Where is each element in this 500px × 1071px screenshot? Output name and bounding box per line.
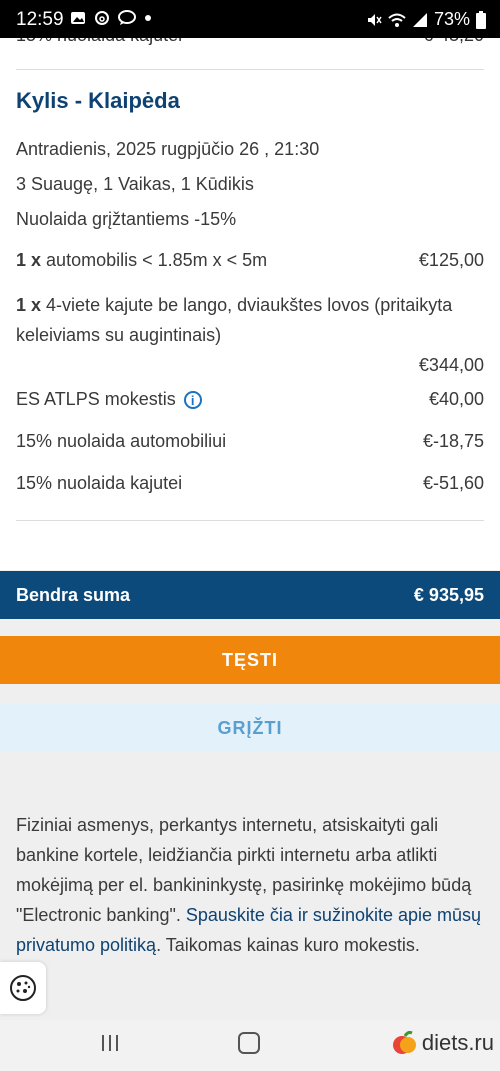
back-button[interactable]: GRĮŽTI xyxy=(0,704,500,752)
wifi-icon xyxy=(388,13,406,27)
image-icon xyxy=(71,12,85,24)
cut-off-row: 15% nuolaida kajutei €-43,20 xyxy=(16,38,484,46)
fee-label: ES ATLPS mokestis xyxy=(16,389,176,409)
item-qty: 1 x xyxy=(16,295,42,315)
mute-icon xyxy=(367,13,382,26)
discount-row-car: 15% nuolaida automobiliui €-18,75 xyxy=(16,431,484,452)
status-time: 12:59 xyxy=(16,9,64,30)
item-label: automobilis < 1.85m x < 5m xyxy=(46,250,268,270)
discount-row-cabin: 15% nuolaida kajutei €-51,60 xyxy=(16,473,484,494)
return-discount-note: Nuolaida grįžtantiems -15% xyxy=(16,209,237,229)
recent-apps-icon[interactable] xyxy=(100,1034,120,1052)
payment-info-text: Fiziniai asmenys, perkantys internetu, a… xyxy=(16,815,482,955)
continue-button[interactable]: TĘSTI xyxy=(0,636,500,684)
signal-icon xyxy=(412,12,427,27)
discount-price: €-51,60 xyxy=(422,473,484,493)
battery-icon xyxy=(476,10,486,29)
route-title: Kylis - Klaipėda xyxy=(16,88,180,113)
divider xyxy=(16,69,484,70)
cookie-settings-button[interactable] xyxy=(0,962,46,1014)
item-qty: 1 x xyxy=(16,250,42,270)
apple-logo-icon xyxy=(392,1030,416,1054)
passenger-summary: 3 Suaugę, 1 Vaikas, 1 Kūdikis xyxy=(16,174,254,194)
cabin-price-row: €344,00 xyxy=(16,355,484,376)
line-item-car: 1 x automobilis < 1.85m x < 5m €125,00 xyxy=(16,250,484,271)
item-price: €125,00 xyxy=(418,250,484,270)
watermark: diets.ru xyxy=(392,1030,494,1056)
item-label: 4-viete kajute be lango, dviaukštes lovo… xyxy=(16,295,453,345)
home-button-icon[interactable] xyxy=(238,1032,260,1054)
total-bar: Bendra suma € 935,95 xyxy=(0,571,500,619)
discount-price: €-18,75 xyxy=(422,431,484,451)
trip-datetime: Antradienis, 2025 rugpjūčio 26 , 21:30 xyxy=(16,139,320,159)
fee-price: €40,00 xyxy=(428,389,484,409)
dot-icon xyxy=(145,15,151,21)
line-item-cabin: 1 x 4-viete kajute be lango, dviaukštes … xyxy=(16,290,484,350)
fee-row: ES ATLPS mokestis i €40,00 xyxy=(16,389,484,410)
total-value: € 935,95 xyxy=(413,584,484,605)
cookie-icon xyxy=(10,975,36,1001)
item-price: €344,00 xyxy=(418,355,484,375)
threads-icon xyxy=(95,11,109,25)
status-bar: 12:59 73% xyxy=(0,0,500,38)
info-icon[interactable]: i xyxy=(183,391,202,410)
chat-icon xyxy=(118,10,136,25)
total-label: Bendra suma xyxy=(16,584,131,605)
discount-label: 15% nuolaida automobiliui xyxy=(16,431,227,451)
booking-summary-card: 15% nuolaida kajutei €-43,20 Kylis - Kla… xyxy=(0,38,500,570)
discount-label: 15% nuolaida kajutei xyxy=(16,473,183,493)
battery-level: 73% xyxy=(433,9,470,29)
system-nav-bar: diets.ru xyxy=(0,1020,500,1071)
divider xyxy=(16,520,484,521)
